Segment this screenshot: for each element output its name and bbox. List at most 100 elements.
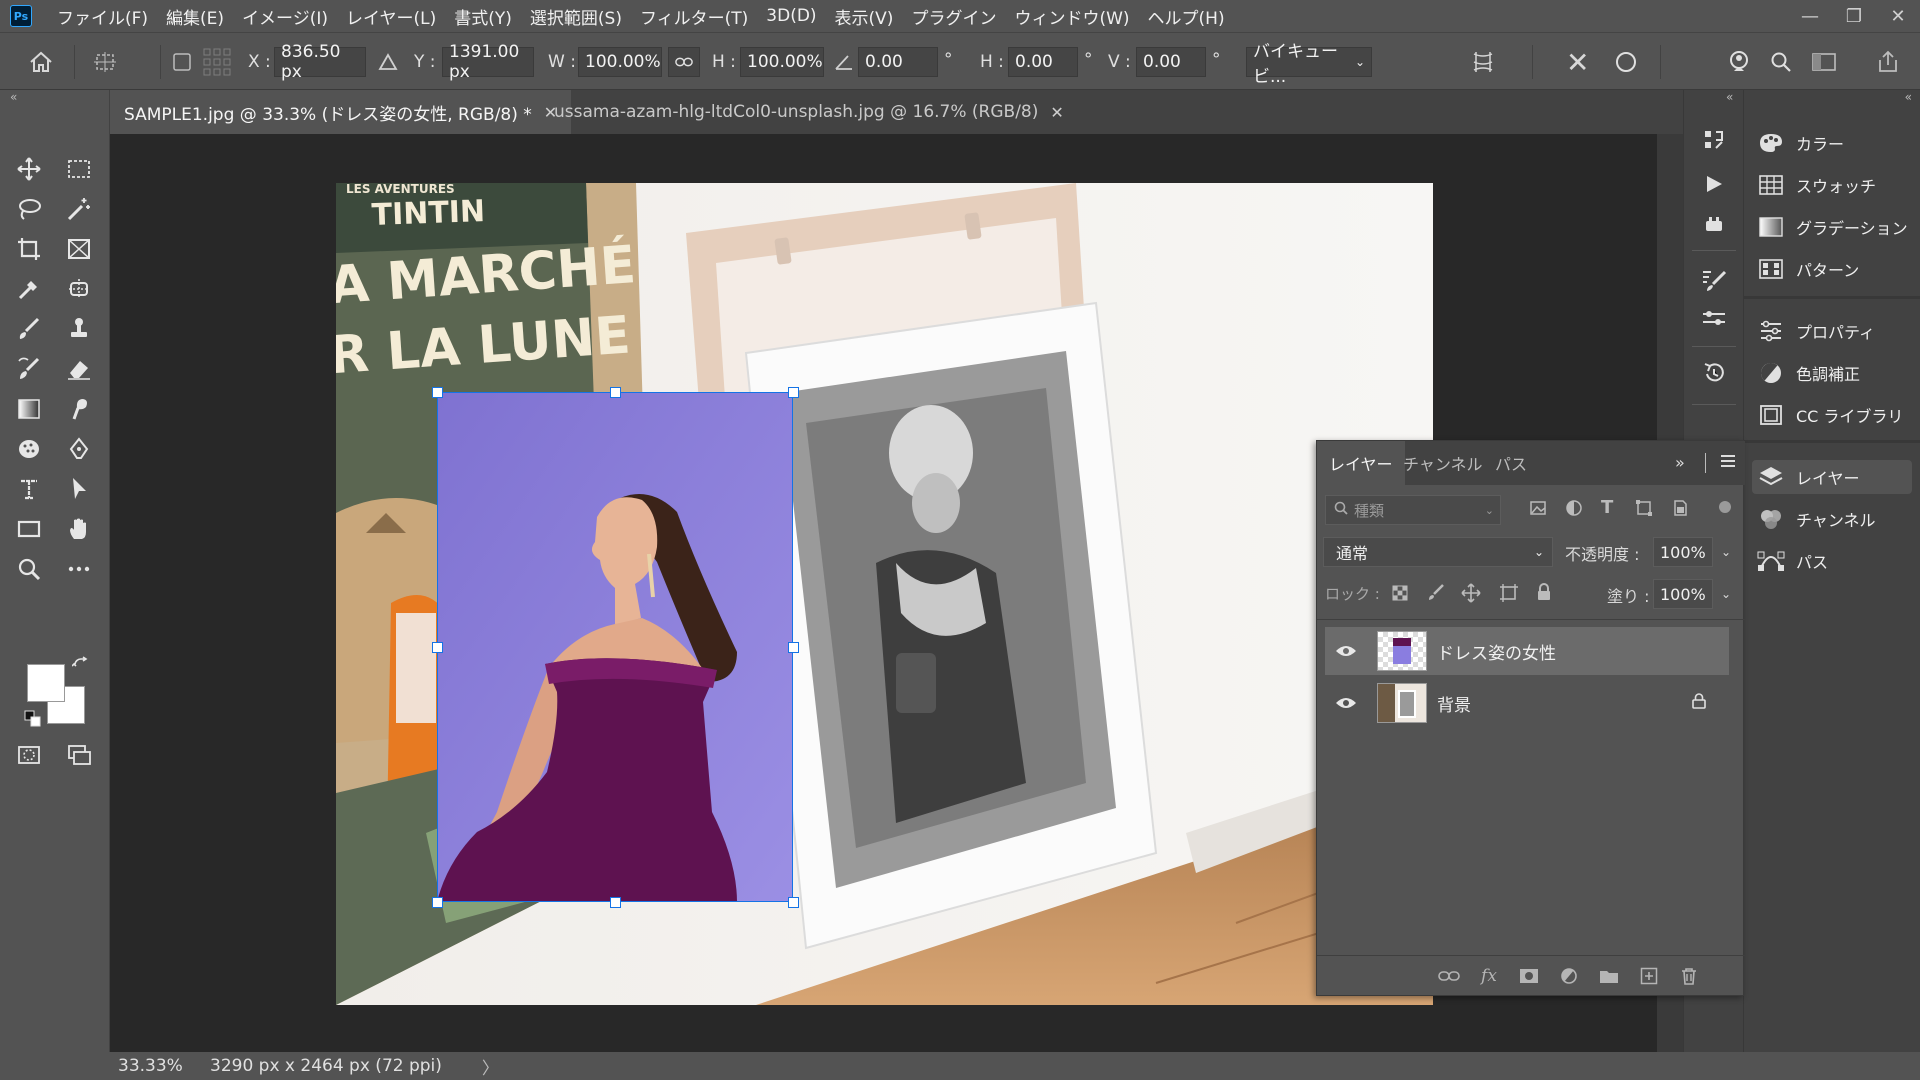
gradient-tool-icon[interactable] bbox=[12, 392, 46, 426]
more-tools-icon[interactable] bbox=[62, 552, 96, 586]
warp-mode-icon[interactable] bbox=[1470, 47, 1496, 77]
plugins-panel-icon[interactable] bbox=[1698, 208, 1730, 240]
tab-sample1[interactable]: SAMPLE1.jpg @ 33.3% (ドレス姿の女性, RGB/8) * ✕ bbox=[110, 90, 572, 134]
lock-image-pixels-icon[interactable] bbox=[1427, 583, 1445, 605]
filter-adjustment-layer-icon[interactable] bbox=[1565, 499, 1583, 521]
panel-patterns[interactable]: パターン bbox=[1752, 252, 1912, 286]
v-skew-field[interactable]: 0.00 bbox=[1136, 47, 1206, 77]
tool-presets-icon[interactable] bbox=[1698, 304, 1730, 336]
menu-select[interactable]: 選択範囲(S) bbox=[521, 0, 631, 32]
discover-learn-icon[interactable] bbox=[1726, 47, 1752, 77]
reference-point-grid-icon[interactable] bbox=[202, 47, 232, 77]
path-selection-tool-icon[interactable] bbox=[62, 472, 96, 506]
home-icon[interactable] bbox=[28, 47, 54, 77]
share-icon[interactable] bbox=[1876, 47, 1900, 77]
menu-file[interactable]: ファイル(F) bbox=[48, 0, 157, 32]
transform-handle-middle-right[interactable] bbox=[788, 642, 799, 653]
history-panel-icon[interactable] bbox=[1698, 124, 1730, 156]
actions-play-icon[interactable] bbox=[1698, 168, 1730, 200]
quick-mask-icon[interactable] bbox=[12, 738, 46, 772]
new-layer-icon[interactable] bbox=[1637, 964, 1661, 988]
transform-handle-bottom-right[interactable] bbox=[788, 897, 799, 908]
foreground-color-swatch[interactable] bbox=[27, 664, 65, 702]
expand-panels-icon[interactable]: « bbox=[1726, 90, 1733, 104]
spot-healing-tool-icon[interactable] bbox=[62, 272, 96, 306]
panel-adjustments[interactable]: 色調補正 bbox=[1752, 356, 1912, 390]
interpolation-dropdown[interactable]: バイキュービ... ⌄ bbox=[1246, 42, 1372, 87]
layer-row-woman[interactable]: ドレス姿の女性 bbox=[1325, 627, 1729, 675]
panel-color[interactable]: カラー bbox=[1752, 126, 1912, 160]
cancel-transform-icon[interactable]: ✕ bbox=[1566, 46, 1589, 79]
filter-smart-object-icon[interactable] bbox=[1671, 499, 1689, 521]
commit-transform-icon[interactable] bbox=[1614, 47, 1638, 77]
tab-paths[interactable]: パス bbox=[1483, 441, 1539, 485]
layer-row-background[interactable]: 背景 bbox=[1325, 679, 1729, 727]
menu-view[interactable]: 表示(V) bbox=[826, 0, 903, 32]
transform-tool-icon[interactable] bbox=[92, 47, 118, 77]
visibility-eye-icon[interactable] bbox=[1335, 644, 1357, 658]
transform-handle-top-right[interactable] bbox=[788, 387, 799, 398]
menu-type[interactable]: 書式(Y) bbox=[445, 0, 521, 32]
filter-shape-layer-icon[interactable] bbox=[1635, 499, 1653, 521]
panel-paths[interactable]: パス bbox=[1752, 544, 1912, 578]
menu-filter[interactable]: フィルター(T) bbox=[631, 0, 757, 32]
close-window-icon[interactable]: ✕ bbox=[1876, 0, 1920, 32]
type-tool-icon[interactable] bbox=[12, 472, 46, 506]
brush-settings-icon[interactable] bbox=[1698, 264, 1730, 296]
workspace-icon[interactable] bbox=[1812, 47, 1836, 77]
default-colors-icon[interactable] bbox=[24, 710, 42, 728]
y-position-field[interactable]: 1391.00 px bbox=[442, 42, 534, 82]
zoom-level[interactable]: 33.33% bbox=[118, 1056, 196, 1076]
relative-position-icon[interactable] bbox=[378, 47, 398, 77]
panel-channels[interactable]: チャンネル bbox=[1752, 502, 1912, 536]
minimize-icon[interactable]: — bbox=[1788, 0, 1832, 32]
rectangle-tool-icon[interactable] bbox=[12, 512, 46, 546]
history-states-icon[interactable] bbox=[1698, 356, 1730, 388]
opacity-field[interactable]: 100% bbox=[1653, 537, 1713, 567]
blend-mode-dropdown[interactable]: 通常 ⌄ bbox=[1323, 537, 1553, 567]
sponge-tool-icon[interactable] bbox=[12, 432, 46, 466]
restore-icon[interactable]: ❐ bbox=[1832, 0, 1876, 32]
filter-pixel-layer-icon[interactable] bbox=[1529, 499, 1547, 521]
layer-name[interactable]: 背景 bbox=[1437, 691, 1471, 716]
lasso-tool-icon[interactable] bbox=[12, 192, 46, 226]
pen-tool-icon[interactable] bbox=[62, 432, 96, 466]
search-icon[interactable] bbox=[1770, 47, 1792, 77]
panel-layers[interactable]: レイヤー bbox=[1752, 460, 1912, 494]
width-field[interactable]: 100.00% bbox=[578, 47, 662, 77]
menu-plugins[interactable]: プラグイン bbox=[902, 0, 1005, 32]
fill-chevron-icon[interactable]: ⌄ bbox=[1715, 579, 1737, 609]
move-tool-icon[interactable] bbox=[12, 152, 46, 186]
tab-unsplash[interactable]: ussama-azam-hlg-ltdCol0-unsplash.jpg @ 1… bbox=[540, 90, 1078, 134]
layer-filter-dropdown[interactable]: 種類 ⌄ bbox=[1325, 495, 1501, 525]
menu-window[interactable]: ウィンドウ(W) bbox=[1005, 0, 1138, 32]
delete-layer-icon[interactable] bbox=[1677, 964, 1701, 988]
lock-artboard-icon[interactable] bbox=[1499, 583, 1519, 607]
brush-tool-icon[interactable] bbox=[12, 312, 46, 346]
expand-panel-icon[interactable]: » bbox=[1675, 453, 1685, 472]
menu-3d[interactable]: 3D(D) bbox=[757, 0, 825, 32]
panel-cc-libraries[interactable]: CC ライブラリ bbox=[1752, 398, 1912, 432]
eraser-tool-icon[interactable] bbox=[62, 352, 96, 386]
panel-swatches[interactable]: スウォッチ bbox=[1752, 168, 1912, 202]
zoom-tool-icon[interactable] bbox=[12, 552, 46, 586]
opacity-chevron-icon[interactable]: ⌄ bbox=[1715, 537, 1737, 567]
menu-edit[interactable]: 編集(E) bbox=[157, 0, 233, 32]
panel-properties[interactable]: プロパティ bbox=[1752, 314, 1912, 348]
h-skew-field[interactable]: 0.00 bbox=[1008, 47, 1078, 77]
transform-bounding-box[interactable] bbox=[437, 392, 793, 902]
layer-name[interactable]: ドレス姿の女性 bbox=[1437, 639, 1556, 664]
lock-all-icon[interactable] bbox=[1535, 583, 1553, 605]
panel-menu-icon[interactable] bbox=[1719, 451, 1737, 475]
menu-layer[interactable]: レイヤー(L) bbox=[337, 0, 445, 32]
link-proportions-icon[interactable] bbox=[668, 47, 700, 77]
lock-transparent-pixels-icon[interactable] bbox=[1391, 584, 1409, 606]
marquee-tool-icon[interactable] bbox=[62, 152, 96, 186]
document-canvas[interactable]: LES AVENTURES TINTIN A MARCHÉ R LA LUNE bbox=[336, 183, 1433, 1005]
status-menu-arrow-icon[interactable]: 〉 bbox=[482, 1054, 499, 1079]
layer-style-fx-icon[interactable]: fx bbox=[1477, 964, 1501, 988]
height-field[interactable]: 100.00% bbox=[740, 47, 824, 77]
reference-point-toggle[interactable] bbox=[172, 47, 192, 77]
magic-wand-tool-icon[interactable] bbox=[62, 192, 96, 226]
new-adjustment-layer-icon[interactable] bbox=[1557, 964, 1581, 988]
